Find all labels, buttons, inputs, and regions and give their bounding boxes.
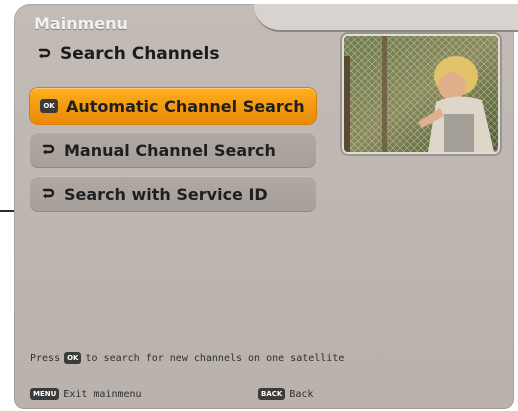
menu-key-icon: MENU	[30, 388, 60, 400]
hint-text: to search for new channels on one satell…	[85, 352, 345, 364]
submenu-heading: Search Channels	[36, 44, 219, 64]
hint-prefix: Press	[30, 352, 61, 364]
menu-item-label: Search with Service ID	[64, 184, 268, 204]
osd-screen: Mainmenu Search Channels OK Automatic Ch…	[0, 0, 518, 411]
curved-arrow-icon	[38, 48, 51, 59]
footer-exit-label: Exit mainmenu	[63, 388, 142, 400]
footer-exit[interactable]: MENU Exit mainmenu	[30, 388, 142, 400]
panel-tab-notch	[254, 4, 518, 32]
menu-item-label: Automatic Channel Search	[66, 96, 305, 116]
menu-item-manual-search[interactable]: Manual Channel Search	[30, 132, 316, 168]
tv-preview-image	[344, 36, 498, 152]
ok-key-icon: OK	[64, 352, 82, 364]
back-key-icon: BACK	[258, 388, 286, 400]
menu-item-service-id-search[interactable]: Search with Service ID	[30, 176, 316, 212]
frame-edge-line	[0, 210, 14, 212]
menu-item-label: Manual Channel Search	[64, 140, 276, 160]
ok-badge-icon: OK	[40, 99, 58, 113]
curved-arrow-icon	[42, 188, 55, 199]
help-hint: Press OK to search for new channels on o…	[30, 352, 344, 364]
curved-arrow-icon	[42, 144, 55, 155]
footer-back-label: Back	[289, 388, 314, 400]
menu-title: Mainmenu	[34, 14, 128, 33]
tv-preview-window	[344, 36, 498, 152]
menu-item-automatic-search[interactable]: OK Automatic Channel Search	[30, 88, 316, 124]
footer-back[interactable]: BACK Back	[258, 388, 313, 400]
submenu-title: Search Channels	[60, 44, 220, 64]
